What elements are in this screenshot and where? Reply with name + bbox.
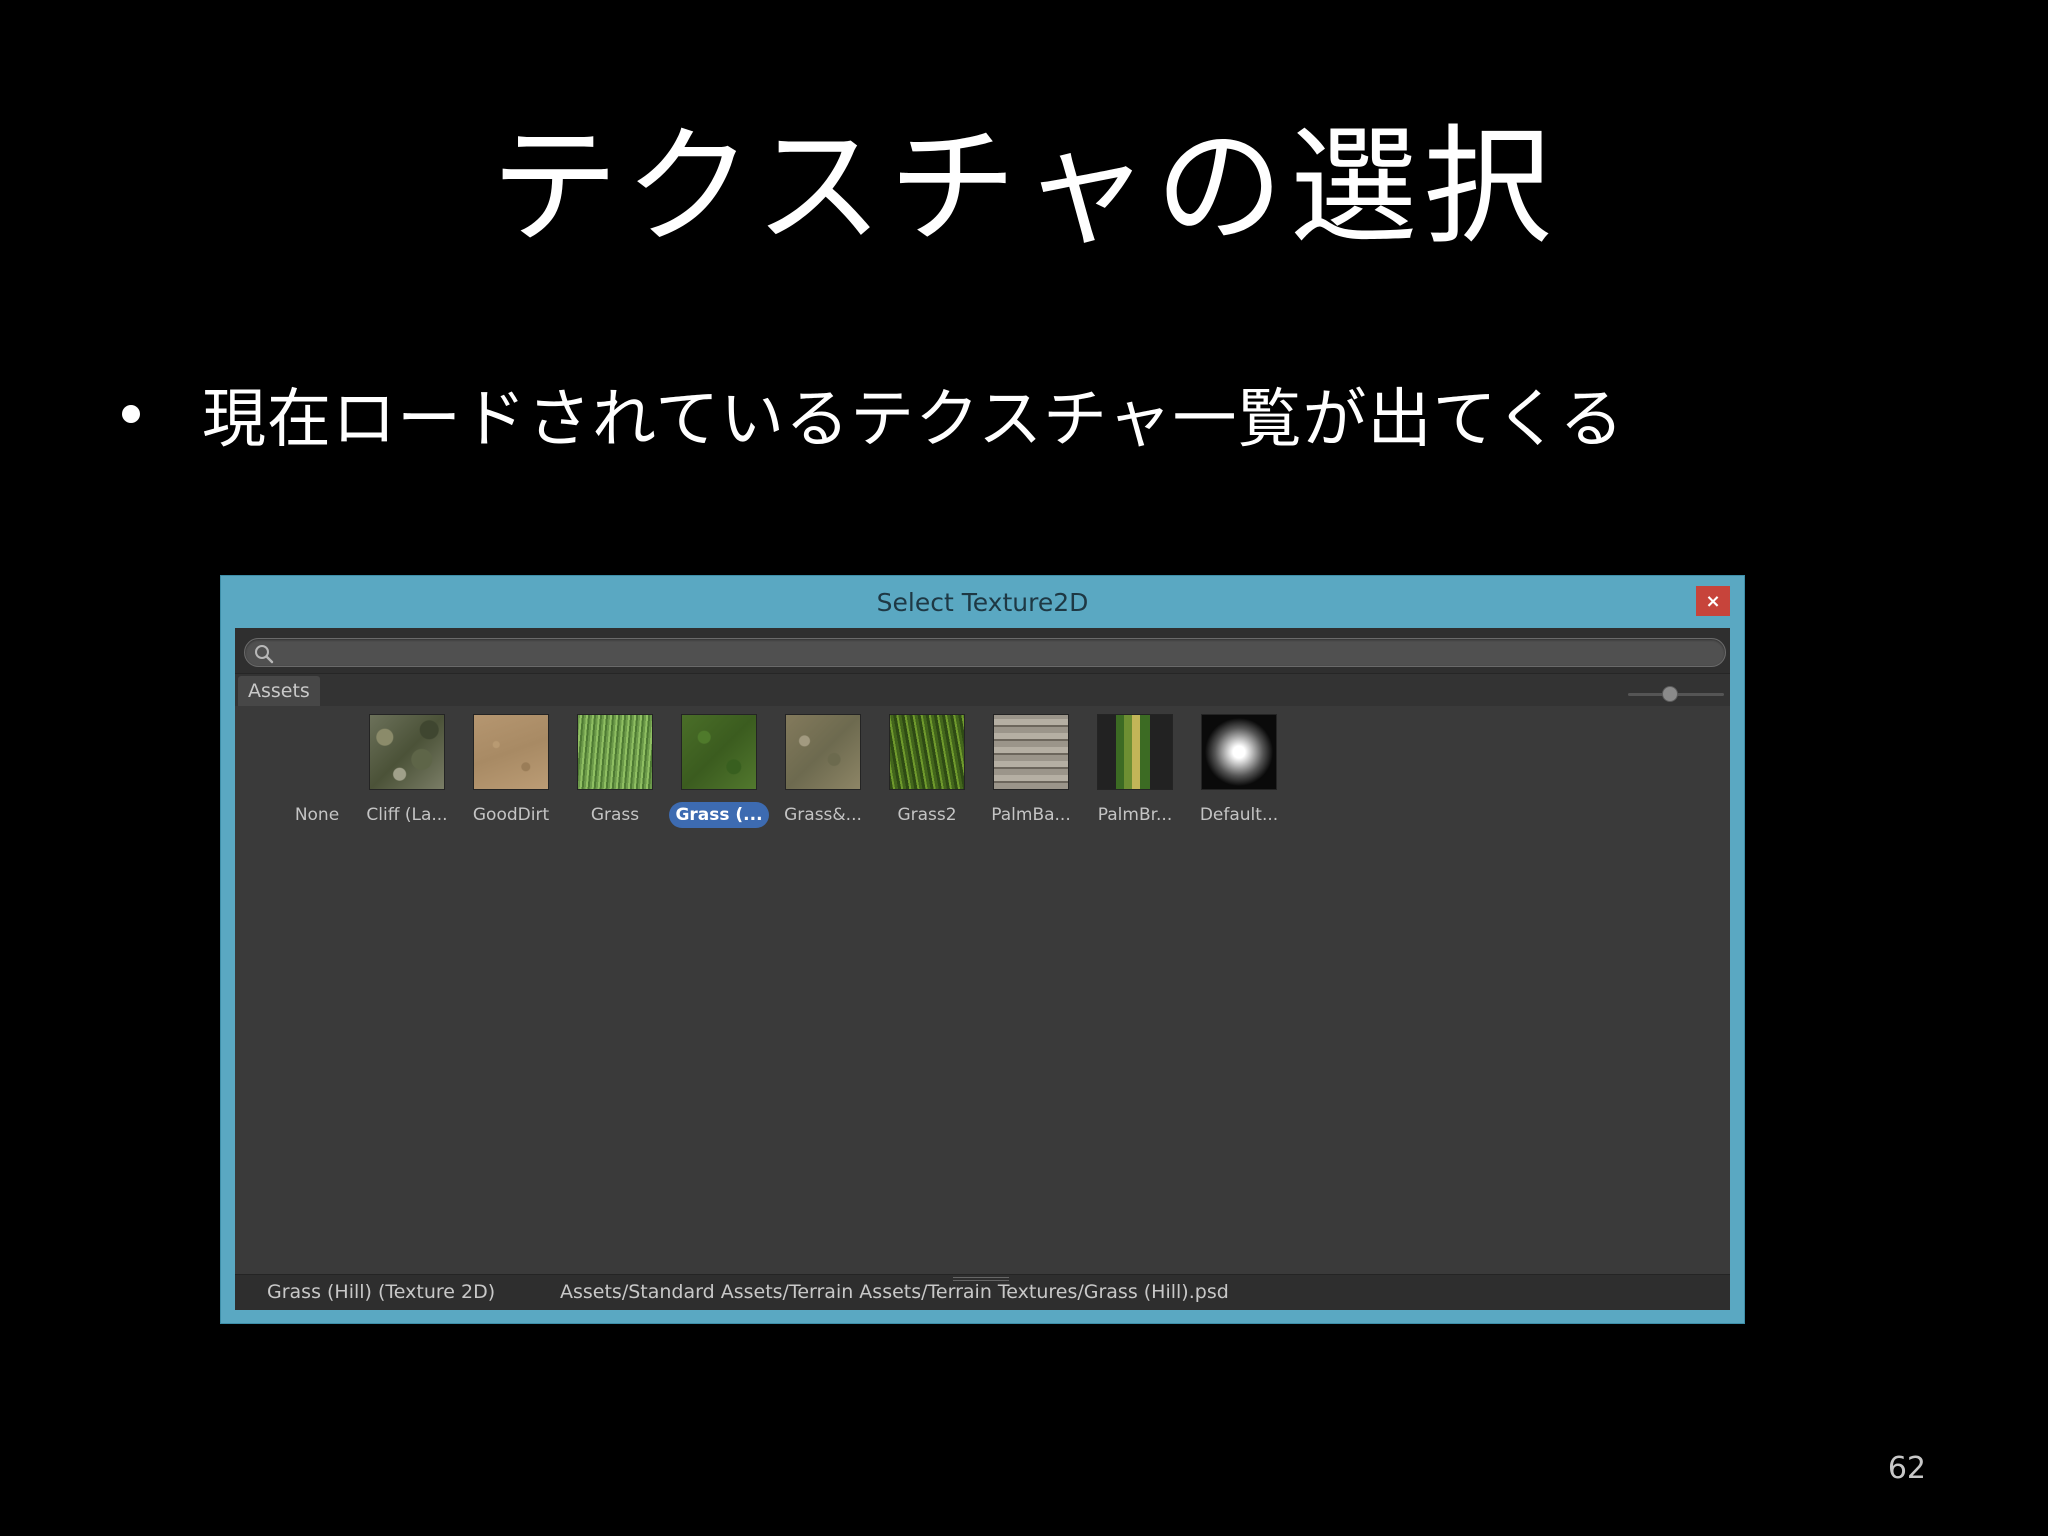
bullet-item: 現在ロードされているテクスチャ一覧が出てくる	[122, 368, 1624, 460]
texture-item-label: GoodDirt	[472, 805, 550, 825]
default-particle-texture-thumbnail	[1201, 714, 1277, 790]
dialog-title: Select Texture2D	[876, 588, 1089, 617]
select-texture-dialog[interactable]: Select Texture2D × Assets None Cliff (La…	[220, 575, 1745, 1324]
texture-item-grass-hill[interactable]: Grass (...	[669, 714, 769, 828]
texture-item-none[interactable]: None	[269, 714, 365, 826]
grass2-texture-thumbnail	[889, 714, 965, 790]
status-bar: Grass (Hill) (Texture 2D) Assets/Standar…	[235, 1274, 1730, 1310]
texture-item-palm-bark[interactable]: PalmBa...	[983, 714, 1079, 826]
zoom-slider-handle[interactable]	[1662, 686, 1678, 702]
selected-asset-path: Assets/Standard Assets/Terrain Assets/Te…	[560, 1281, 1229, 1303]
search-bar	[235, 628, 1730, 674]
tab-bar: Assets	[235, 674, 1730, 706]
texture-item-label: Grass2	[897, 805, 957, 825]
texture-grid: None Cliff (La... GoodDirt Grass Grass (…	[235, 706, 1730, 1274]
texture-item-label: Grass&...	[784, 805, 862, 825]
texture-item-label: Cliff (La...	[366, 805, 448, 825]
search-icon	[255, 645, 274, 664]
dialog-client-area: Assets None Cliff (La... GoodDirt Grass	[235, 628, 1730, 1310]
cliff-texture-thumbnail	[369, 714, 445, 790]
dialog-titlebar[interactable]: Select Texture2D ×	[221, 576, 1744, 628]
grass-texture-thumbnail	[577, 714, 653, 790]
palm-bark-texture-thumbnail	[993, 714, 1069, 790]
slide-title: テクスチャの選択	[490, 113, 1558, 262]
close-button[interactable]: ×	[1696, 586, 1730, 616]
bullet-dot-icon	[122, 405, 140, 423]
texture-item-label: Grass	[590, 805, 640, 825]
dirt-texture-thumbnail	[473, 714, 549, 790]
texture-item-default-particle[interactable]: Default...	[1191, 714, 1287, 826]
palm-branch-texture-thumbnail	[1097, 714, 1173, 790]
texture-item-grass-rock[interactable]: Grass&...	[775, 714, 871, 826]
grass-rock-texture-thumbnail	[785, 714, 861, 790]
bullet-text: 現在ロードされているテクスチャ一覧が出てくる	[202, 383, 1625, 457]
tab-assets[interactable]: Assets	[238, 676, 320, 706]
texture-item-gooddirt[interactable]: GoodDirt	[463, 714, 559, 826]
texture-item-label: PalmBr...	[1097, 805, 1173, 825]
texture-item-cliff[interactable]: Cliff (La...	[359, 714, 455, 826]
texture-item-grass2[interactable]: Grass2	[879, 714, 975, 826]
selected-asset-name: Grass (Hill) (Texture 2D)	[267, 1281, 496, 1303]
texture-item-palm-branch[interactable]: PalmBr...	[1087, 714, 1183, 826]
texture-item-label: PalmBa...	[991, 805, 1071, 825]
texture-item-label-selected: Grass (...	[669, 802, 769, 828]
grass-hill-texture-thumbnail	[681, 714, 757, 790]
zoom-slider[interactable]	[1628, 686, 1724, 702]
texture-item-grass[interactable]: Grass	[567, 714, 663, 826]
texture-item-label: Default...	[1199, 805, 1279, 825]
page-number: 62	[1887, 1451, 1926, 1486]
search-input[interactable]	[244, 638, 1726, 667]
